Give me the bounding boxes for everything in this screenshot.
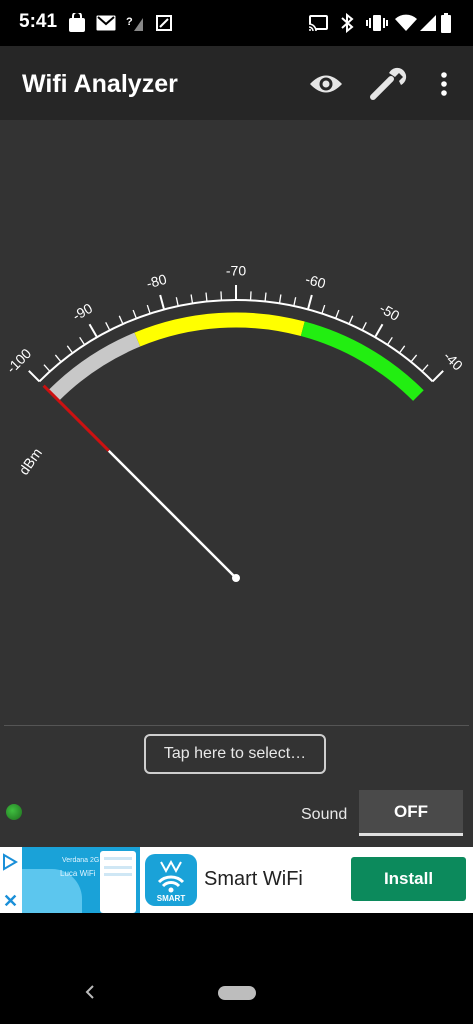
gauge-tick (66, 345, 74, 354)
gauge-tick (321, 304, 326, 314)
status-led (6, 804, 22, 820)
gauge-tick (431, 370, 444, 383)
ad-thumb-phone (100, 851, 136, 913)
wifi-icon (395, 12, 417, 34)
sound-toggle-button[interactable]: OFF (359, 790, 463, 836)
gauge-tick (205, 292, 208, 302)
gauge-tick (374, 323, 384, 338)
gauge-tick (306, 294, 313, 310)
gauge-zone-0 (48, 332, 141, 401)
screenshot-icon (156, 12, 172, 34)
gauge-tick (105, 321, 111, 331)
gauge-tick-label: -80 (145, 271, 169, 292)
divider (4, 725, 469, 726)
gauge-tick (361, 321, 367, 331)
gauge-tick (28, 370, 41, 383)
ad-logo-brand: SMART (156, 894, 186, 903)
gauge-zone-2 (300, 321, 424, 401)
gauge-tick (132, 309, 137, 319)
gauge-tick (175, 297, 179, 307)
gauge-tick (264, 292, 267, 302)
select-network-button[interactable]: Tap here to select… (144, 734, 326, 774)
gauge-scale (38, 298, 434, 383)
gauge-tick-label: -70 (226, 263, 246, 279)
gauge-pivot (232, 574, 240, 582)
gauge-tick (146, 304, 151, 314)
gauge-needle-tip (42, 384, 110, 452)
gauge-tick (348, 315, 354, 325)
signal-meter-panel: -100 -90 -80 -70 -60 -50 -40 dBm Tap here to s… (0, 120, 473, 847)
back-icon[interactable] (84, 983, 96, 1006)
gauge-tick (398, 345, 406, 354)
eye-icon[interactable] (306, 64, 346, 104)
ad-thumb-text-2: Luca WiFi (60, 869, 96, 878)
gauge-tick (118, 315, 124, 325)
battery-icon (441, 12, 451, 34)
ad-choices-icon[interactable] (2, 853, 18, 876)
gauge-tick (79, 336, 86, 346)
ad-title[interactable]: Smart WiFi (204, 868, 303, 891)
status-time: 5:41 (19, 11, 58, 32)
app-bar: Wifi Analyzer (0, 46, 473, 120)
gauge-tick-label: -60 (304, 271, 328, 292)
gauge-tick (335, 309, 340, 319)
gauge-tick-label: -50 (377, 300, 403, 324)
sound-label: Sound (301, 806, 348, 823)
gauge-tick (54, 354, 62, 363)
gauge-tick (190, 294, 194, 304)
vibrate-icon (366, 12, 388, 34)
gauge-tick (293, 297, 297, 307)
home-pill[interactable] (218, 986, 256, 1000)
shopping-bag-icon (68, 12, 86, 34)
svg-text:?: ? (126, 16, 133, 28)
gauge-tick (410, 354, 418, 363)
navigation-bar (0, 913, 473, 1024)
gauge-needle (107, 449, 237, 579)
gauge-tick (421, 364, 429, 372)
gauge-tick-label: -90 (70, 300, 96, 324)
no-signal-icon: ? (126, 12, 144, 34)
gauge-tick (159, 294, 166, 310)
gauge-unit-label: dBm (15, 445, 45, 478)
gauge-tick (43, 364, 51, 372)
overflow-menu-icon[interactable] (424, 64, 464, 104)
wrench-icon[interactable] (368, 64, 408, 104)
signal-gauge: -100-90-80-70-60-50-40 dBm (3, 263, 467, 582)
gmail-icon (96, 12, 116, 34)
gauge-tick-label: -40 (441, 348, 467, 374)
ad-banner[interactable]: ✕ Verdana 2G Luca WiFi SMART Smart WiFi … (0, 847, 473, 913)
status-bar: 5:41 ? (0, 0, 473, 46)
ad-close-icon[interactable]: ✕ (3, 891, 18, 912)
ad-app-logo[interactable]: SMART (145, 854, 197, 906)
bluetooth-icon (340, 12, 354, 34)
gauge-tick (88, 323, 98, 338)
gauge-scale-arc (38, 298, 434, 383)
ad-thumbnail[interactable]: Verdana 2G Luca WiFi (22, 847, 140, 913)
gauge-tick (278, 294, 282, 304)
cell-signal-icon (420, 12, 436, 34)
ad-thumb-text-1: Verdana 2G (62, 857, 100, 864)
cast-icon (308, 12, 328, 34)
gauge-tick (386, 336, 393, 346)
gauge-zone-1 (134, 312, 305, 347)
app-title: Wifi Analyzer (22, 70, 178, 98)
ad-install-button[interactable]: Install (351, 857, 466, 901)
